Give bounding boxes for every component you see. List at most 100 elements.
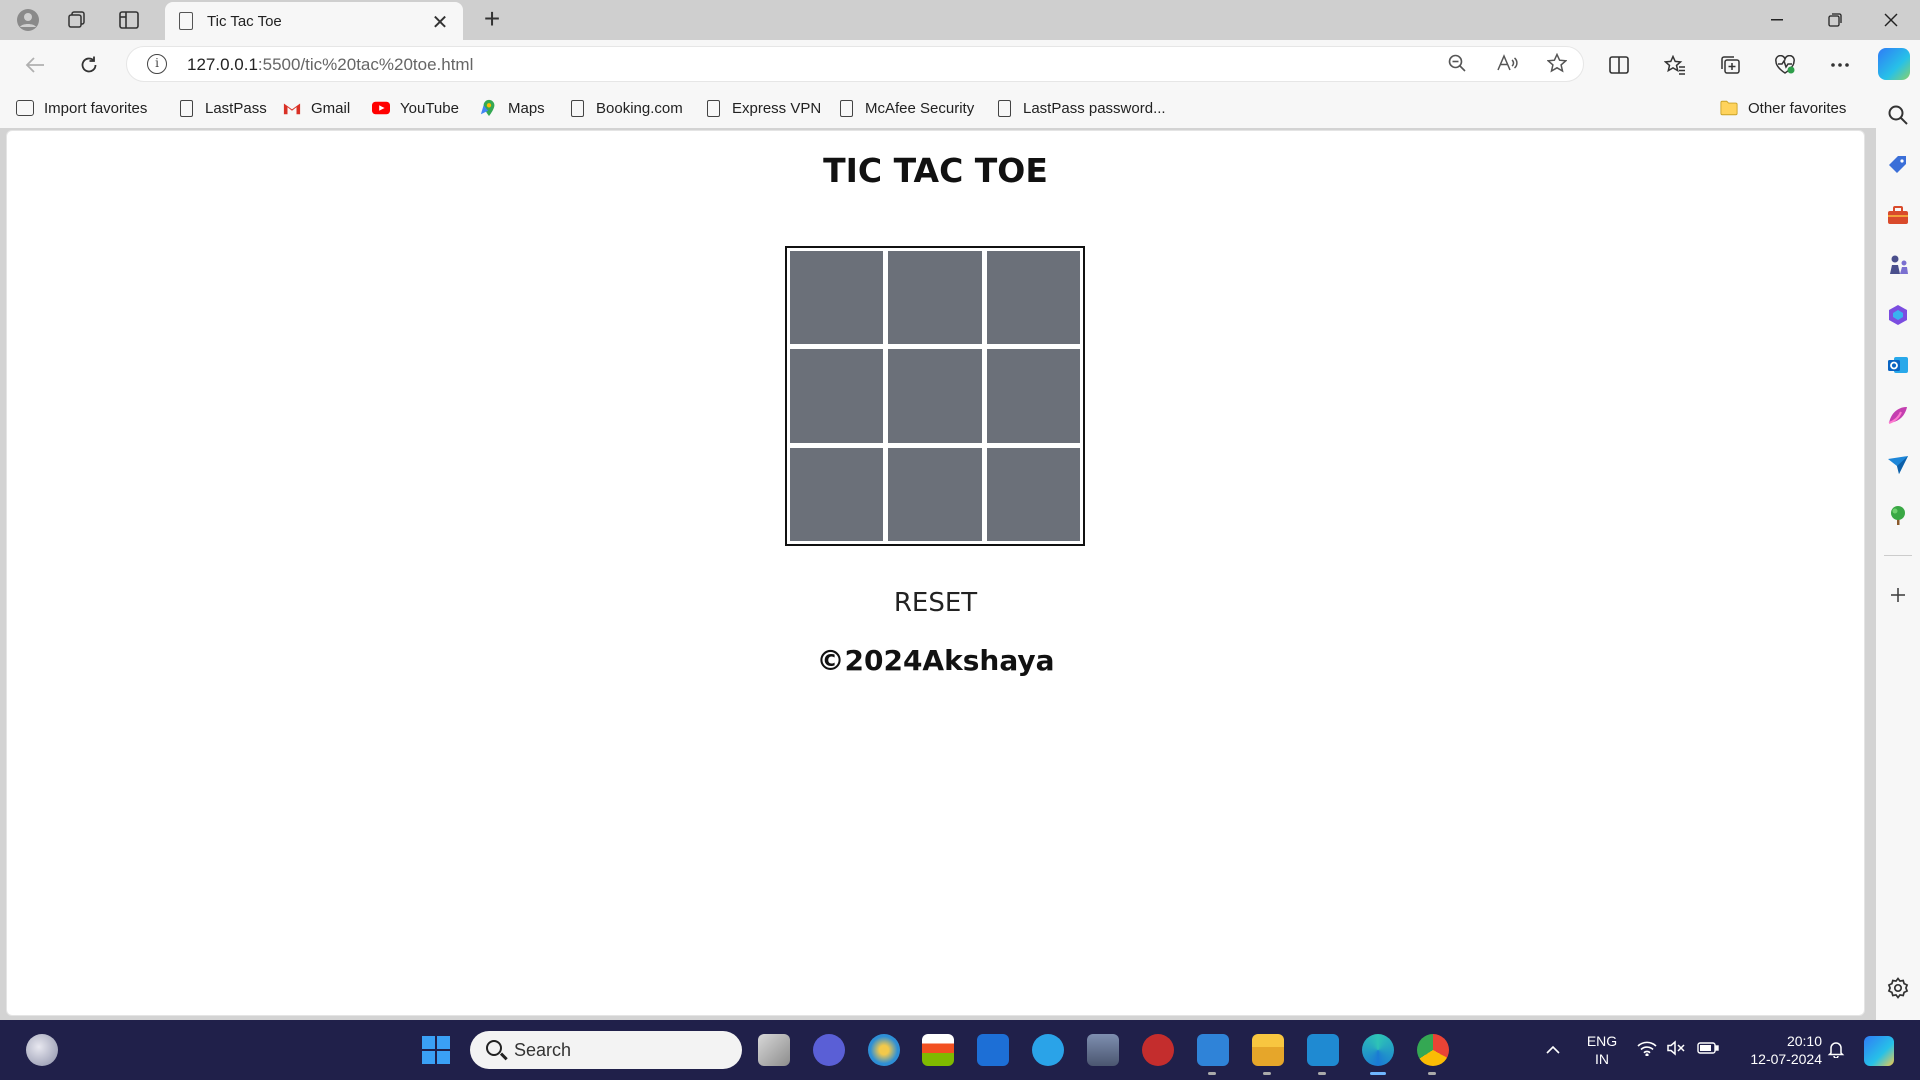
board-cell[interactable]: [986, 251, 1080, 345]
battery-icon[interactable]: [1697, 1040, 1719, 1060]
read-aloud-icon[interactable]: [1495, 53, 1519, 77]
wifi-icon[interactable]: [1637, 1040, 1657, 1060]
board-cell[interactable]: [888, 349, 982, 443]
search-icon: [486, 1040, 502, 1056]
microsoft-365-icon[interactable]: [1886, 303, 1910, 327]
refresh-icon[interactable]: [74, 50, 104, 80]
board-cell[interactable]: [888, 447, 982, 541]
new-tab-button[interactable]: +: [478, 4, 506, 34]
browser-toolbar: i 127.0.0.1:5500/tic%20tac%20toe.html: [0, 40, 1920, 88]
favorite-maps[interactable]: Maps: [480, 96, 545, 120]
vscode-icon[interactable]: [1307, 1034, 1339, 1066]
designer-icon[interactable]: [1886, 403, 1910, 427]
favorite-label: McAfee Security: [865, 99, 975, 117]
maps-icon: [480, 99, 495, 117]
back-arrow-icon[interactable]: [20, 50, 50, 80]
chrome-icon[interactable]: [1417, 1034, 1449, 1066]
copilot-icon[interactable]: [1878, 48, 1910, 80]
favorite-mcafee[interactable]: McAfee Security: [840, 96, 974, 120]
notification-bell-icon[interactable]: [1826, 1040, 1846, 1060]
minimize-button[interactable]: [1748, 0, 1806, 40]
board-cell[interactable]: [986, 447, 1080, 541]
favorite-gmail[interactable]: Gmail: [283, 96, 350, 120]
reset-button[interactable]: RESET: [7, 588, 1864, 618]
copyright-footer: ©2024Akshaya: [816, 644, 1055, 677]
split-screen-icon[interactable]: [1604, 50, 1634, 80]
favorite-booking[interactable]: Booking.com: [571, 96, 683, 120]
start-icon[interactable]: [421, 1035, 451, 1065]
clock[interactable]: 20:10 12-07-2024: [1736, 1032, 1822, 1068]
board-cell[interactable]: [790, 349, 884, 443]
speaker-muted-icon[interactable]: [1666, 1040, 1686, 1060]
tab-close-button[interactable]: ✕: [429, 10, 451, 35]
language-code: ENG: [1586, 1033, 1618, 1049]
myhp-icon[interactable]: [977, 1034, 1009, 1066]
url-host: 127.0.0.1: [187, 55, 258, 74]
close-window-button[interactable]: [1862, 0, 1920, 40]
favorite-label: Import favorites: [44, 99, 148, 117]
board-cell[interactable]: [790, 251, 884, 345]
active-tab[interactable]: Tic Tac Toe ✕: [165, 2, 463, 40]
favorites-bar: Import favorites LastPass Gmail YouTube …: [0, 88, 1876, 128]
favorite-expressvpn[interactable]: Express VPN: [707, 96, 821, 120]
cricket-icon[interactable]: [1142, 1034, 1174, 1066]
board-cell[interactable]: [986, 349, 1080, 443]
board-cell[interactable]: [790, 447, 884, 541]
vertical-tabs-icon[interactable]: [115, 6, 143, 34]
url-path: :5500/tic%20tac%20toe.html: [257, 55, 474, 74]
edge-icon[interactable]: [1362, 1034, 1394, 1066]
profile-icon[interactable]: [14, 6, 42, 34]
favorite-lastpass-password[interactable]: LastPass password...: [998, 96, 1166, 120]
paint-icon[interactable]: [868, 1034, 900, 1066]
favorite-label: LastPass: [205, 99, 267, 117]
search-icon[interactable]: [1886, 103, 1910, 127]
file-explorer-icon[interactable]: [1252, 1034, 1284, 1066]
running-indicator: [1208, 1072, 1216, 1075]
shopping-tag-icon[interactable]: [1886, 153, 1910, 177]
tree-icon[interactable]: [1886, 503, 1910, 527]
page-icon: [840, 99, 853, 117]
task-view-icon[interactable]: [758, 1034, 790, 1066]
notepad-icon[interactable]: [1197, 1034, 1229, 1066]
send-icon[interactable]: [1886, 453, 1910, 477]
settings-gear-icon[interactable]: [1886, 976, 1910, 1000]
workspaces-icon[interactable]: [63, 6, 91, 34]
outlook-icon[interactable]: [1886, 353, 1910, 377]
tools-icon[interactable]: [1886, 203, 1910, 227]
favorite-label: YouTube: [400, 99, 459, 117]
zoom-icon[interactable]: [1445, 53, 1469, 77]
collections-icon[interactable]: [1715, 50, 1745, 80]
games-icon[interactable]: [1886, 253, 1910, 277]
favorite-youtube[interactable]: YouTube: [372, 96, 459, 120]
page-icon: [180, 99, 193, 117]
more-options-icon[interactable]: [1825, 50, 1855, 80]
favorite-import[interactable]: Import favorites: [16, 96, 147, 120]
favorite-lastpass[interactable]: LastPass: [180, 96, 267, 120]
youtube-icon: [372, 101, 390, 115]
weather-icon[interactable]: [26, 1034, 58, 1066]
import-icon: [16, 100, 34, 116]
add-icon[interactable]: [1886, 583, 1910, 607]
camera-icon[interactable]: [1087, 1034, 1119, 1066]
chevron-up-icon[interactable]: [1543, 1040, 1563, 1060]
page-icon: [179, 12, 193, 30]
copilot-taskbar-icon[interactable]: [1864, 1036, 1894, 1066]
page-icon: [707, 99, 720, 117]
url-text[interactable]: 127.0.0.1:5500/tic%20tac%20toe.html: [187, 55, 473, 75]
language-indicator[interactable]: ENG IN: [1580, 1032, 1624, 1068]
running-indicator: [1318, 1072, 1326, 1075]
board-cell[interactable]: [888, 251, 982, 345]
favorites-icon[interactable]: [1660, 50, 1690, 80]
restore-button[interactable]: [1806, 0, 1864, 40]
favorite-star-icon[interactable]: [1545, 52, 1569, 77]
taskbar-search-input[interactable]: Search: [470, 1031, 742, 1069]
help-icon[interactable]: [1032, 1034, 1064, 1066]
address-bar[interactable]: i 127.0.0.1:5500/tic%20tac%20toe.html: [126, 46, 1584, 82]
page-icon: [998, 99, 1011, 117]
microsoft-store-icon[interactable]: [922, 1034, 954, 1066]
teams-chat-icon[interactable]: [813, 1034, 845, 1066]
browser-essentials-icon[interactable]: [1770, 50, 1800, 80]
other-favorites[interactable]: Other favorites: [1720, 96, 1846, 120]
running-indicator-active: [1370, 1072, 1386, 1075]
site-info-icon[interactable]: i: [147, 54, 167, 74]
